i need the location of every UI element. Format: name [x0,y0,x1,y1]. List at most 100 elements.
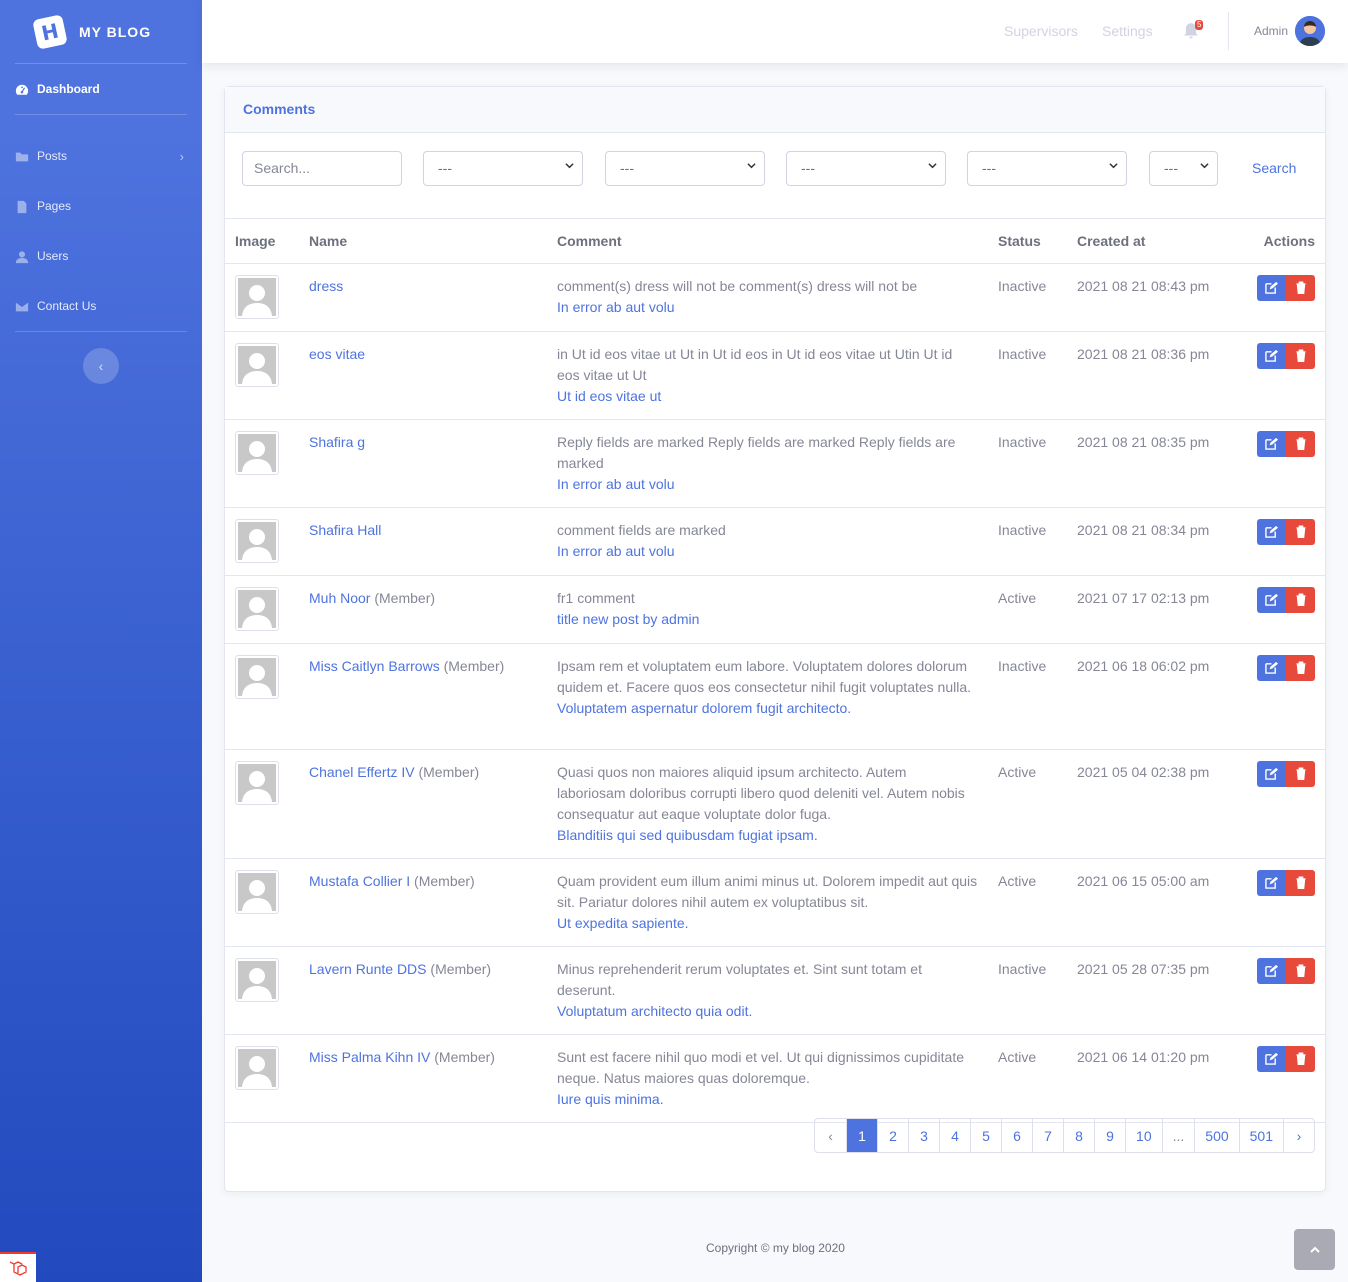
scroll-to-top-button[interactable] [1294,1229,1335,1270]
trash-icon [1295,964,1306,977]
delete-button[interactable] [1286,869,1315,896]
filter-bar: Search... --- --- --- --- --- Search [225,133,1325,219]
commenter-name-link[interactable]: Chanel Effertz IV [309,764,415,780]
commenter-name-link[interactable]: Miss Palma Kihn IV [309,1049,430,1065]
delete-button[interactable] [1286,760,1315,787]
user-avatar [235,518,279,563]
post-title-link[interactable]: In error ab aut volu [557,297,978,318]
page-link-1[interactable]: 1 [846,1119,878,1152]
laravel-logo-icon[interactable] [0,1252,36,1282]
table-row: dress comment(s) dress will not be comme… [225,263,1325,332]
delete-button[interactable] [1286,430,1315,457]
commenter-name-link[interactable]: Miss Caitlyn Barrows [309,658,440,674]
edit-button[interactable] [1257,518,1286,545]
edit-button[interactable] [1257,869,1286,896]
search-input[interactable]: Search... [242,151,402,186]
commenter-name-link[interactable]: Mustafa Collier I [309,873,410,889]
table-row: Miss Caitlyn Barrows (Member) Ipsam rem e… [225,643,1325,750]
name-cell: Mustafa Collier I (Member) [299,858,547,947]
post-title-link[interactable]: Iure quis minima. [557,1089,978,1110]
filter-select-3[interactable]: --- [786,151,946,186]
table-header-row: Image Name Comment Status Created at Act… [225,219,1325,264]
commenter-name-link[interactable]: Lavern Runte DDS [309,961,427,977]
sidebar-item-posts[interactable]: Posts › [0,131,202,181]
filter-select-2[interactable]: --- [605,151,765,186]
post-title-link[interactable]: Blanditiis qui sed quibusdam fugiat ipsa… [557,825,978,846]
filter-select-4[interactable]: --- [967,151,1127,186]
post-title-link[interactable]: Ut expedita sapiente. [557,913,978,934]
post-title-link[interactable]: Ut id eos vitae ut [557,386,978,407]
page-link-6[interactable]: 6 [1001,1119,1032,1152]
edit-button[interactable] [1257,1045,1286,1072]
page-link-2[interactable]: 2 [877,1119,908,1152]
edit-icon [1265,767,1278,780]
commenter-name-link[interactable]: dress [309,278,343,294]
sidebar-item-pages[interactable]: Pages [0,181,202,231]
comment-cell: Quam provident eum illum animi minus ut.… [547,858,988,947]
edit-button[interactable] [1257,430,1286,457]
comment-text: Quam provident eum illum animi minus ut.… [557,872,978,910]
user-avatar [235,430,279,475]
settings-link[interactable]: Settings [1102,23,1153,39]
edit-button[interactable] [1257,654,1286,681]
page-link-9[interactable]: 9 [1094,1119,1125,1152]
filter-select-1[interactable]: --- [423,151,583,186]
sidebar-item-contact-us[interactable]: Contact Us [0,281,202,331]
notification-badge: 5 [1195,20,1204,30]
page-link-5[interactable]: 5 [970,1119,1001,1152]
sidebar-item-dashboard[interactable]: Dashboard [0,64,202,114]
page-next-button[interactable]: › [1283,1119,1314,1152]
edit-button[interactable] [1257,274,1286,301]
page-link-4[interactable]: 4 [939,1119,970,1152]
post-title-link[interactable]: Voluptatum architecto quia odit. [557,1001,978,1022]
edit-icon [1265,349,1278,362]
delete-button[interactable] [1286,1045,1315,1072]
post-title-link[interactable]: In error ab aut volu [557,474,978,495]
name-cell: Chanel Effertz IV (Member) [299,749,547,859]
page-link-3[interactable]: 3 [908,1119,939,1152]
edit-icon [1265,281,1278,294]
trash-icon [1295,767,1306,780]
post-title-link[interactable]: title new post by admin [557,609,978,630]
brand-link[interactable]: H MY BLOG [0,0,202,63]
post-title-link[interactable]: In error ab aut volu [557,541,978,562]
page-link-10[interactable]: 10 [1125,1119,1162,1152]
commenter-name-link[interactable]: Muh Noor [309,590,370,606]
comment-text: in Ut id eos vitae ut Ut in Ut id eos in… [557,345,953,383]
edit-button[interactable] [1257,342,1286,369]
edit-button[interactable] [1257,760,1286,787]
commenter-name-link[interactable]: Shafira Hall [309,522,381,538]
created-at-cell: 2021 05 04 02:38 pm [1067,749,1233,859]
table-row: Shafira g Reply fields are marked Reply … [225,419,1325,508]
edit-button[interactable] [1257,957,1286,984]
delete-button[interactable] [1286,586,1315,613]
commenter-name-link[interactable]: Shafira g [309,434,365,450]
chevron-right-icon: › [179,149,184,164]
comment-text: Reply fields are marked Reply fields are… [557,433,956,471]
folder-icon [15,150,29,162]
edit-button[interactable] [1257,586,1286,613]
page-link-7[interactable]: 7 [1032,1119,1063,1152]
page-link-501[interactable]: 501 [1238,1119,1283,1152]
avatar[interactable] [1295,16,1325,46]
supervisors-link[interactable]: Supervisors [1004,23,1078,39]
delete-button[interactable] [1286,342,1315,369]
delete-button[interactable] [1286,957,1315,984]
page-link-500[interactable]: 500 [1194,1119,1238,1152]
search-button[interactable]: Search [1252,160,1296,176]
delete-button[interactable] [1286,654,1315,681]
comment-cell: in Ut id eos vitae ut Ut in Ut id eos in… [547,331,988,420]
sidebar-toggle-button[interactable]: ‹ [83,348,119,384]
post-title-link[interactable]: Voluptatem aspernatur dolorem fugit arch… [557,698,978,719]
select-value: --- [801,160,815,176]
delete-button[interactable] [1286,518,1315,545]
page-prev-button[interactable]: ‹ [815,1119,846,1152]
filter-select-5[interactable]: --- [1149,151,1218,186]
sidebar-item-users[interactable]: Users [0,231,202,281]
page-link-8[interactable]: 8 [1063,1119,1094,1152]
commenter-name-link[interactable]: eos vitae [309,346,365,362]
image-cell [225,331,299,420]
user-placeholder-icon [238,960,276,999]
admin-name[interactable]: Admin [1254,24,1288,38]
delete-button[interactable] [1286,274,1315,301]
